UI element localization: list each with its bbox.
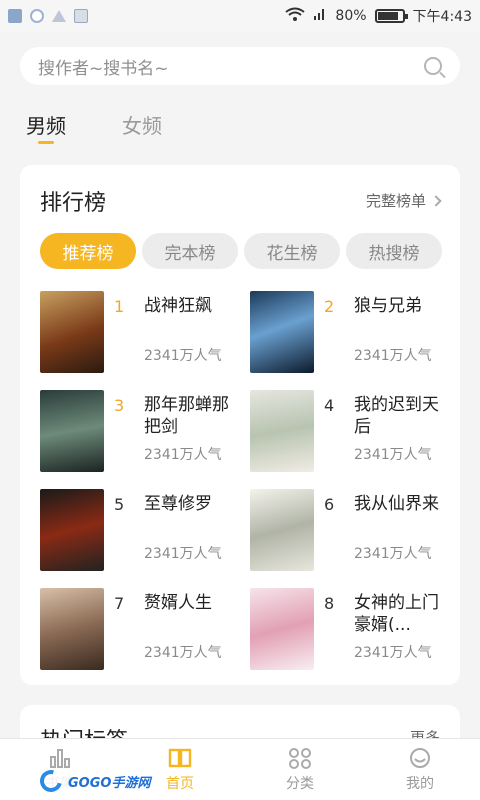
battery-percent: 80% [335, 8, 367, 24]
book-popularity: 2341万人气 [144, 348, 222, 364]
book-popularity: 2341万人气 [354, 447, 432, 463]
book-cover [250, 390, 314, 472]
battery-icon [374, 9, 408, 23]
book-popularity: 2341万人气 [144, 546, 222, 562]
tab-female[interactable]: 女频 [122, 110, 162, 139]
tab-peanut[interactable]: 花生榜 [244, 233, 340, 269]
nav-mine[interactable]: 我的 [360, 739, 480, 800]
search-input[interactable]: 搜作者~搜书名~ [20, 47, 460, 85]
tab-hot-search[interactable]: 热搜榜 [346, 233, 442, 269]
rank-number: 3 [114, 396, 125, 415]
ranking-card: 排行榜 完整榜单 推荐榜 完本榜 花生榜 热搜榜 1 战神狂飙 2341万人气 … [20, 165, 460, 685]
search-placeholder: 搜作者~搜书名~ [38, 58, 169, 79]
book-item[interactable]: 8 女神的上门豪婿(... 2341万人气 [250, 588, 450, 670]
grid-icon [289, 748, 311, 769]
smiley-icon [410, 748, 430, 768]
gender-tabs: 男频 女频 [26, 110, 162, 144]
ranking-title: 排行榜 [40, 191, 107, 216]
book-popularity: 2341万人气 [354, 546, 432, 562]
rank-number: 6 [324, 495, 335, 514]
warning-icon [52, 10, 66, 22]
book-cover [40, 489, 104, 571]
chevron-right-icon [430, 194, 442, 207]
app-icon [30, 9, 44, 23]
book-cover [40, 588, 104, 670]
rank-number: 5 [114, 495, 125, 514]
book-popularity: 2341万人气 [354, 645, 432, 661]
nav-category[interactable]: 分类 [240, 739, 360, 800]
book-popularity: 2341万人气 [144, 447, 222, 463]
book-title: 狼与兄弟 [354, 296, 422, 316]
rank-number: 7 [114, 594, 125, 613]
book-title: 我从仙界来 [354, 494, 439, 514]
tab-recommend[interactable]: 推荐榜 [40, 233, 136, 269]
rank-number: 4 [324, 396, 335, 415]
tab-male[interactable]: 男频 [26, 110, 66, 144]
book-title: 至尊修罗 [144, 494, 212, 514]
book-title: 那年那蝉那把剑 [144, 395, 229, 437]
book-cover [250, 588, 314, 670]
book-item[interactable]: 7 赘婿人生 2341万人气 [40, 588, 240, 670]
book-cover [40, 291, 104, 373]
wifi-icon [285, 7, 306, 25]
tab-completed[interactable]: 完本榜 [142, 233, 238, 269]
signal-icon [313, 7, 327, 25]
watermark-logo-icon [35, 765, 67, 797]
book-title: 战神狂飙 [144, 296, 212, 316]
bar-chart-icon [50, 749, 70, 768]
book-cover [250, 489, 314, 571]
notification-icon [74, 9, 88, 23]
book-item[interactable]: 1 战神狂飙 2341万人气 [40, 291, 240, 373]
status-bar: 80% 下午4:43 [0, 0, 480, 32]
book-item[interactable]: 6 我从仙界来 2341万人气 [250, 489, 450, 571]
nav-label: 分类 [286, 776, 314, 792]
rank-number: 1 [114, 297, 125, 316]
watermark: GOGO手游网 [35, 765, 166, 797]
book-cover [40, 390, 104, 472]
book-item[interactable]: 5 至尊修罗 2341万人气 [40, 489, 240, 571]
book-popularity: 2341万人气 [144, 645, 222, 661]
book-item[interactable]: 3 那年那蝉那把剑 2341万人气 [40, 390, 240, 472]
book-title: 女神的上门豪婿(... [354, 593, 439, 635]
ranking-tabs: 推荐榜 完本榜 花生榜 热搜榜 [40, 233, 442, 269]
shield-icon [8, 9, 22, 23]
rank-number: 8 [324, 594, 335, 613]
full-ranking-link[interactable]: 完整榜单 [365, 190, 442, 211]
book-title: 赘婿人生 [144, 593, 212, 613]
full-ranking-label: 完整榜单 [365, 192, 426, 210]
book-item[interactable]: 2 狼与兄弟 2341万人气 [250, 291, 450, 373]
book-title: 我的迟到天后 [354, 395, 439, 437]
book-cover [250, 291, 314, 373]
search-icon[interactable] [424, 57, 442, 75]
watermark-text: GOGO手游网 [68, 775, 151, 791]
book-item[interactable]: 4 我的迟到天后 2341万人气 [250, 390, 450, 472]
book-popularity: 2341万人气 [354, 348, 432, 364]
clock: 下午4:43 [412, 9, 472, 25]
nav-label: 首页 [166, 776, 194, 792]
book-icon [168, 748, 192, 768]
nav-label: 我的 [406, 776, 434, 792]
rank-number: 2 [324, 297, 335, 316]
